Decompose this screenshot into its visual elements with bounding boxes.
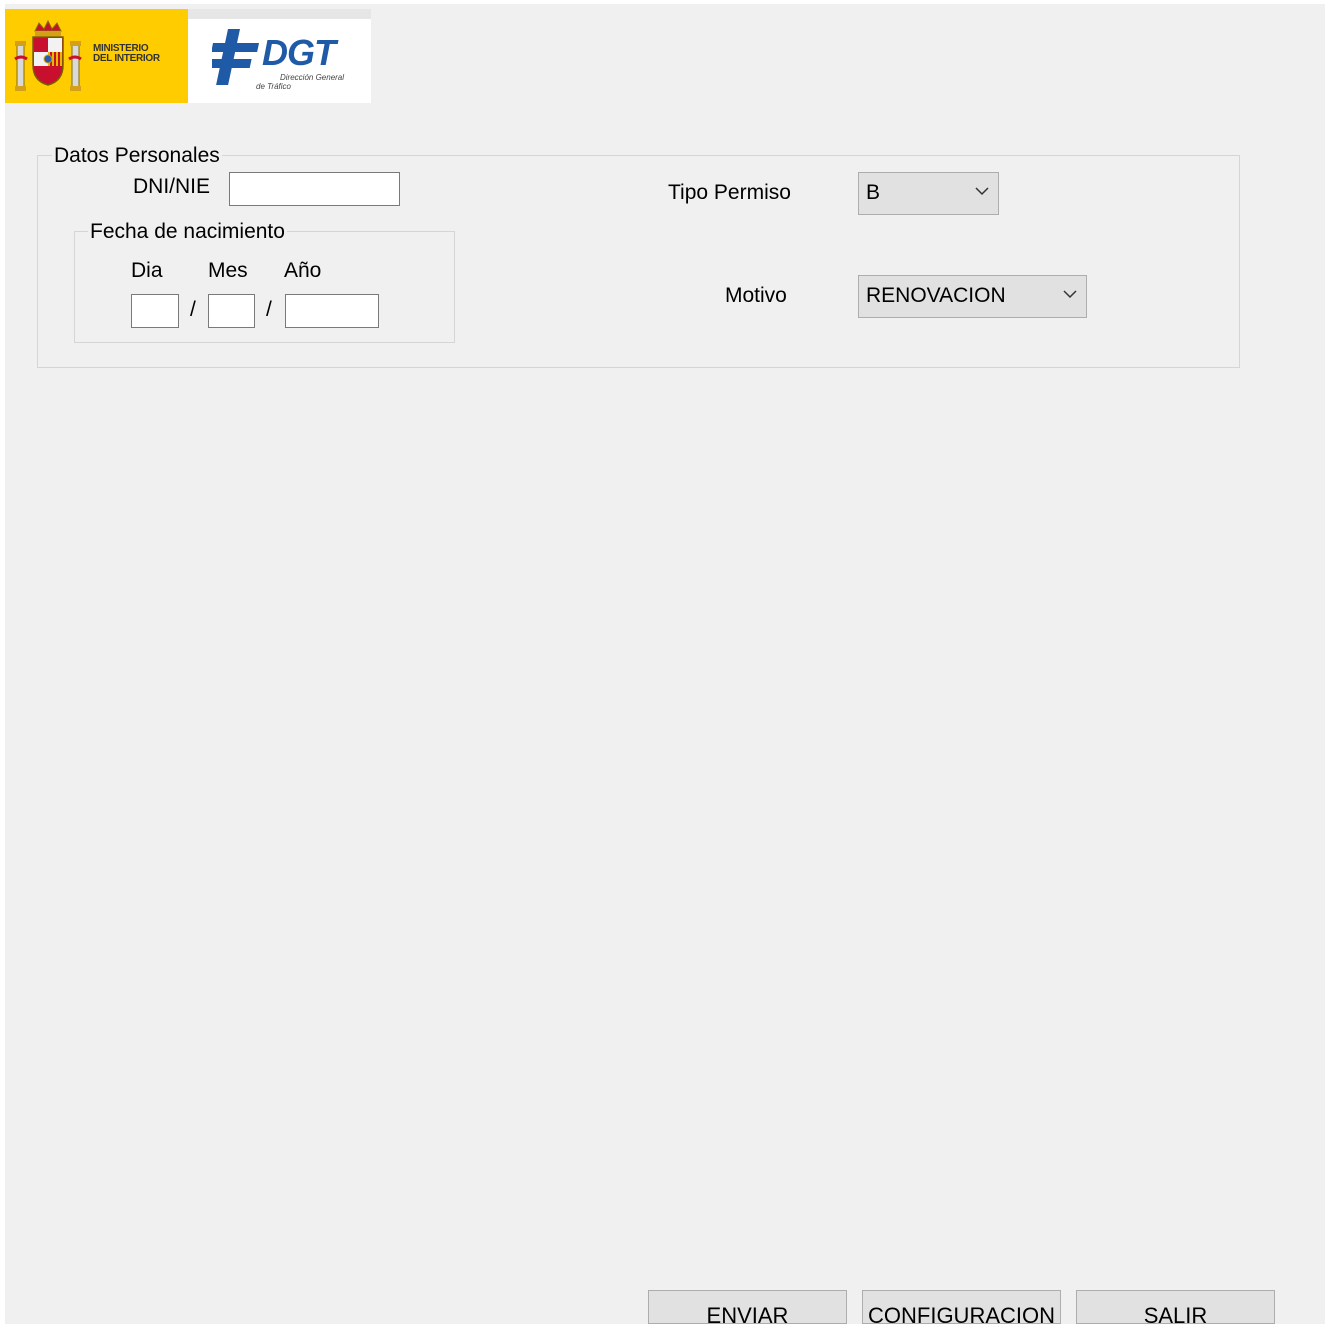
chevron-down-icon xyxy=(1063,290,1077,299)
mes-input[interactable] xyxy=(208,294,255,328)
ministerio-interior-logo: MINISTERIO DEL INTERIOR xyxy=(5,9,188,103)
dia-label: Dia xyxy=(131,259,163,282)
dni-input[interactable] xyxy=(229,172,400,206)
ministry-name: MINISTERIO DEL INTERIOR xyxy=(93,44,160,64)
motivo-select[interactable]: RENOVACION xyxy=(858,275,1087,318)
dgt-subtitle-line2: de Tráfico xyxy=(256,82,291,91)
coat-of-arms-icon xyxy=(14,19,82,91)
ministry-line2: DEL INTERIOR xyxy=(93,53,160,64)
dia-input[interactable] xyxy=(131,294,179,328)
datos-personales-title: Datos Personales xyxy=(52,144,222,168)
tipo-permiso-label: Tipo Permiso xyxy=(668,181,791,204)
configuracion-button[interactable]: CONFIGURACION xyxy=(862,1290,1061,1328)
chevron-down-icon xyxy=(975,187,989,196)
dni-label: DNI/NIE xyxy=(133,175,211,198)
dgt-subtitle: Dirección General de Tráfico xyxy=(256,73,356,91)
motivo-value: RENOVACION xyxy=(866,284,1006,307)
salir-button[interactable]: SALIR xyxy=(1076,1290,1275,1328)
dgt-name: DGT xyxy=(262,32,336,73)
dgt-subtitle-line1: Dirección General xyxy=(280,73,345,82)
tipo-permiso-select[interactable]: B xyxy=(858,172,999,215)
motivo-label: Motivo xyxy=(725,284,787,307)
tipo-permiso-value: B xyxy=(866,181,881,204)
fecha-nacimiento-title: Fecha de nacimiento xyxy=(88,220,287,244)
enviar-button[interactable]: ENVIAR xyxy=(648,1290,847,1328)
logo-banner: MINISTERIO DEL INTERIOR DGT Dirección Ge… xyxy=(5,9,371,103)
dgt-logo: DGT Dirección General de Tráfico xyxy=(188,9,371,103)
anio-label: Año xyxy=(284,259,322,282)
date-separator-1: / xyxy=(190,298,196,321)
anio-input[interactable] xyxy=(285,294,379,328)
mes-label: Mes xyxy=(208,259,248,282)
date-separator-2: / xyxy=(266,298,272,321)
dgt-top-band xyxy=(188,9,371,19)
